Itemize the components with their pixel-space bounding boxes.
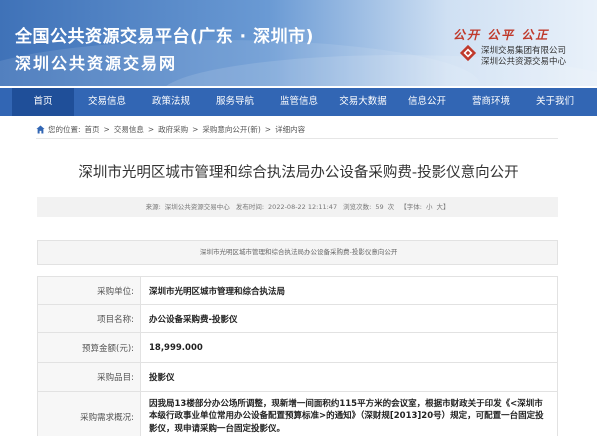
views-unit: 次 bbox=[387, 203, 395, 211]
breadcrumb-separator: > bbox=[192, 124, 199, 134]
row-value: 因我局13楼部分办公场所调整，现新增一间面积约115平方米的会议室，根据市财政关… bbox=[140, 391, 558, 436]
table-row: 采购品目: 投影仪 bbox=[37, 362, 558, 392]
breadcrumb-current: 详细内容 bbox=[275, 124, 306, 134]
nav-item-supervision[interactable]: 监管信息 bbox=[268, 88, 330, 116]
site-subtitle[interactable]: 深圳公共资源交易网 bbox=[15, 50, 177, 74]
article-title: 深圳市光明区城市管理和综合执法局办公设备采购费-投影仪意向公开 bbox=[78, 165, 519, 181]
nav-item-big-data[interactable]: 交易大数据 bbox=[332, 88, 394, 116]
row-label: 项目名称: bbox=[37, 304, 141, 333]
divider bbox=[36, 138, 558, 139]
group-logo-icon bbox=[459, 44, 477, 62]
row-value: 深圳市光明区城市管理和综合执法局 bbox=[140, 276, 558, 305]
table-row: 预算金额(元): 18,999.000 bbox=[37, 332, 558, 363]
site-title[interactable]: 全国公共资源交易平台(广东 · 深圳市) bbox=[15, 22, 314, 47]
breadcrumb-link-intent[interactable]: 采购意向公开(新) bbox=[202, 124, 260, 135]
font-size-large-button[interactable]: 大】 bbox=[436, 203, 449, 211]
breadcrumb-separator: > bbox=[103, 124, 110, 134]
nav-item-home[interactable]: 首页 bbox=[12, 88, 74, 116]
site-banner: 全国公共资源交易平台(广东 · 深圳市) 深圳公共资源交易网 公开 公平 公正 … bbox=[0, 0, 597, 86]
main-nav: 首页 交易信息 政策法规 服务导航 监管信息 交易大数据 信息公开 营商环境 关… bbox=[0, 88, 597, 116]
time-value: 2022-08-22 12:11:47 bbox=[268, 203, 338, 211]
breadcrumb: 您的位置: 首页 > 交易信息 > 政府采购 > 采购意向公开(新) > 详细内… bbox=[36, 122, 309, 136]
row-label: 采购品目: bbox=[37, 362, 141, 392]
table-row: 采购需求概况: 因我局13楼部分办公场所调整，现新增一间面积约115平方米的会议… bbox=[37, 391, 558, 436]
nav-item-service[interactable]: 服务导航 bbox=[204, 88, 266, 116]
row-label: 采购单位: bbox=[37, 276, 141, 305]
org-name-center: 深圳公共资源交易中心 bbox=[481, 57, 567, 67]
home-icon bbox=[36, 124, 45, 134]
table-row: 项目名称: 办公设备采购费-投影仪 bbox=[37, 304, 558, 333]
row-value: 18,999.000 bbox=[140, 332, 558, 363]
table-row: 采购单位: 深圳市光明区城市管理和综合执法局 bbox=[37, 276, 558, 305]
notice-banner: 深圳市光明区城市管理和综合执法局办公设备采购费-投影仪意向公开 bbox=[37, 240, 558, 265]
breadcrumb-link-trade-info[interactable]: 交易信息 bbox=[114, 124, 144, 135]
source-label: 来源: bbox=[145, 203, 161, 211]
row-value: 办公设备采购费-投影仪 bbox=[140, 304, 558, 333]
source-value: 深圳公共资源交易中心 bbox=[164, 203, 230, 211]
breadcrumb-separator: > bbox=[147, 124, 155, 134]
breadcrumb-link-procurement[interactable]: 政府采购 bbox=[158, 124, 188, 135]
breadcrumb-separator: > bbox=[264, 124, 272, 134]
time-label: 发布时间: bbox=[235, 203, 265, 211]
slogan: 公开 公平 公正 bbox=[453, 28, 550, 42]
font-size-label: 【字体: bbox=[400, 203, 422, 211]
nav-item-trade-info[interactable]: 交易信息 bbox=[76, 88, 138, 116]
row-value: 投影仪 bbox=[140, 362, 558, 392]
nav-item-disclosure[interactable]: 信息公开 bbox=[396, 88, 458, 116]
breadcrumb-prefix: 您的位置: bbox=[48, 124, 81, 134]
views-label: 浏览次数: bbox=[343, 203, 372, 211]
font-size-small-button[interactable]: 小 bbox=[426, 203, 433, 211]
article-meta: 来源: 深圳公共资源交易中心 发布时间: 2022-08-22 12:11:47 浏… bbox=[37, 197, 558, 217]
views-value: 59 bbox=[375, 203, 384, 211]
procurement-info-table: 采购单位: 深圳市光明区城市管理和综合执法局 项目名称: 办公设备采购费-投影仪… bbox=[37, 276, 558, 436]
nav-item-about[interactable]: 关于我们 bbox=[524, 88, 586, 116]
breadcrumb-link-home[interactable]: 首页 bbox=[85, 124, 100, 135]
nav-item-business-env[interactable]: 营商环境 bbox=[460, 88, 522, 116]
nav-item-policy[interactable]: 政策法规 bbox=[140, 88, 202, 116]
row-label: 采购需求概况: bbox=[37, 391, 141, 436]
row-label: 预算金额(元): bbox=[37, 332, 141, 363]
